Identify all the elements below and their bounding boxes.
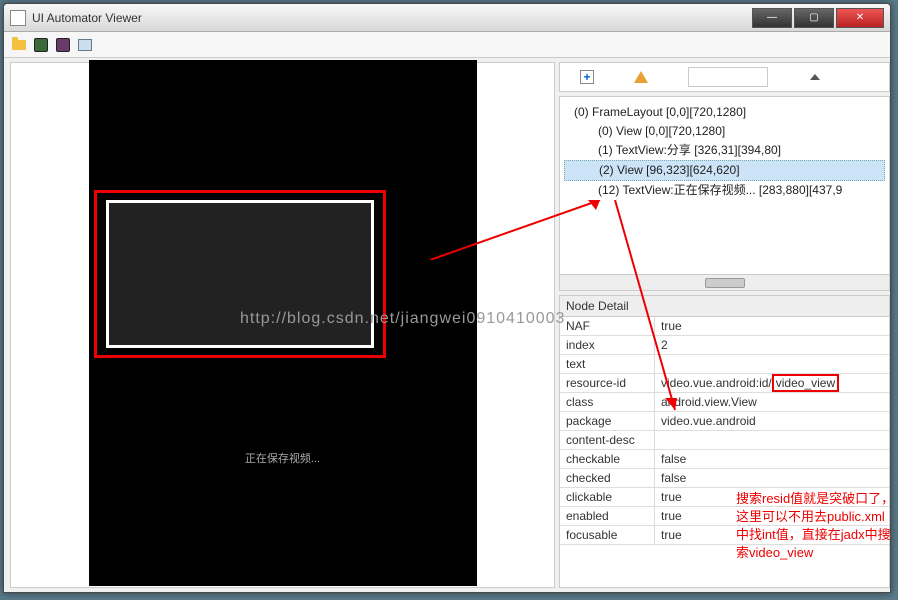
property-row[interactable]: NAFtrue bbox=[560, 317, 889, 336]
property-row[interactable]: focusabletrue bbox=[560, 526, 889, 545]
tree-node[interactable]: (12) TextView:正在保存视频... [283,880][437,9 bbox=[564, 181, 885, 200]
property-value: true bbox=[655, 317, 889, 335]
collapse-button[interactable] bbox=[808, 70, 822, 84]
property-row[interactable]: classandroid.view.View bbox=[560, 393, 889, 412]
property-row[interactable]: enabledtrue bbox=[560, 507, 889, 526]
property-key: checked bbox=[560, 469, 655, 487]
scrollbar-thumb[interactable] bbox=[705, 278, 745, 288]
property-value: video.vue.android:id/video_view bbox=[655, 374, 889, 392]
titlebar[interactable]: UI Automator Viewer — ▢ ✕ bbox=[4, 4, 890, 32]
property-key: resource-id bbox=[560, 374, 655, 392]
screenshot-text: 正在保存视频... bbox=[89, 450, 477, 466]
minimize-button[interactable]: — bbox=[752, 8, 792, 28]
tree-node[interactable]: (1) TextView:分享 [326,31][394,80] bbox=[564, 141, 885, 160]
property-row[interactable]: text bbox=[560, 355, 889, 374]
property-row[interactable]: index2 bbox=[560, 336, 889, 355]
property-key: enabled bbox=[560, 507, 655, 525]
tree-node[interactable]: (0) FrameLayout [0,0][720,1280] bbox=[564, 103, 885, 122]
property-value: video.vue.android bbox=[655, 412, 889, 430]
property-value: 2 bbox=[655, 336, 889, 354]
property-row[interactable]: clickabletrue bbox=[560, 488, 889, 507]
node-detail-header: Node Detail bbox=[560, 296, 889, 317]
toolbar bbox=[4, 32, 890, 58]
app-window: UI Automator Viewer — ▢ ✕ 正在保存视频... + bbox=[3, 3, 891, 593]
folder-icon bbox=[12, 40, 26, 50]
device-screenshot-compressed-button[interactable] bbox=[54, 36, 72, 54]
property-key: focusable bbox=[560, 526, 655, 544]
save-icon bbox=[78, 39, 92, 51]
node-detail-pane: Node Detail NAFtrueindex2textresource-id… bbox=[559, 295, 890, 588]
open-button[interactable] bbox=[10, 36, 28, 54]
inspector-pane: + (0) FrameLayout [0,0][720,1280](0) Vie… bbox=[559, 62, 890, 588]
device-icon bbox=[56, 38, 70, 52]
maximize-button[interactable]: ▢ bbox=[794, 8, 834, 28]
property-value: false bbox=[655, 450, 889, 468]
tree-node[interactable]: (0) View [0,0][720,1280] bbox=[564, 122, 885, 141]
app-icon bbox=[10, 10, 26, 26]
property-key: package bbox=[560, 412, 655, 430]
device-icon bbox=[34, 38, 48, 52]
property-value: false bbox=[655, 469, 889, 487]
naf-toggle-button[interactable] bbox=[634, 71, 648, 83]
property-key: content-desc bbox=[560, 431, 655, 449]
property-row[interactable]: content-desc bbox=[560, 431, 889, 450]
screenshot-pane[interactable]: 正在保存视频... bbox=[10, 62, 555, 588]
close-button[interactable]: ✕ bbox=[836, 8, 884, 28]
selection-highlight-inner bbox=[106, 200, 374, 348]
expand-all-button[interactable]: + bbox=[580, 70, 594, 84]
tree-node[interactable]: (2) View [96,323][624,620] bbox=[564, 160, 885, 181]
property-value: true bbox=[655, 488, 889, 506]
highlighted-value: video_view bbox=[772, 374, 839, 392]
window-title: UI Automator Viewer bbox=[32, 11, 750, 25]
property-row[interactable]: checkablefalse bbox=[560, 450, 889, 469]
property-value bbox=[655, 431, 889, 449]
save-button[interactable] bbox=[76, 36, 94, 54]
property-key: NAF bbox=[560, 317, 655, 335]
property-value: android.view.View bbox=[655, 393, 889, 411]
content-area: 正在保存视频... + (0) FrameLayout [0,0][720,12… bbox=[4, 58, 890, 592]
property-value: true bbox=[655, 507, 889, 525]
property-table[interactable]: NAFtrueindex2textresource-idvideo.vue.an… bbox=[560, 317, 889, 587]
hierarchy-tree[interactable]: (0) FrameLayout [0,0][720,1280](0) View … bbox=[559, 96, 890, 291]
tree-toolbar: + bbox=[559, 62, 890, 92]
property-key: class bbox=[560, 393, 655, 411]
horizontal-scrollbar[interactable] bbox=[560, 274, 889, 290]
search-input[interactable] bbox=[688, 67, 768, 87]
property-value bbox=[655, 355, 889, 373]
property-key: text bbox=[560, 355, 655, 373]
property-key: checkable bbox=[560, 450, 655, 468]
property-row[interactable]: resource-idvideo.vue.android:id/video_vi… bbox=[560, 374, 889, 393]
device-screenshot[interactable]: 正在保存视频... bbox=[89, 60, 477, 586]
property-row[interactable]: packagevideo.vue.android bbox=[560, 412, 889, 431]
property-key: clickable bbox=[560, 488, 655, 506]
property-value: true bbox=[655, 526, 889, 544]
property-row[interactable]: checkedfalse bbox=[560, 469, 889, 488]
device-screenshot-button[interactable] bbox=[32, 36, 50, 54]
property-key: index bbox=[560, 336, 655, 354]
